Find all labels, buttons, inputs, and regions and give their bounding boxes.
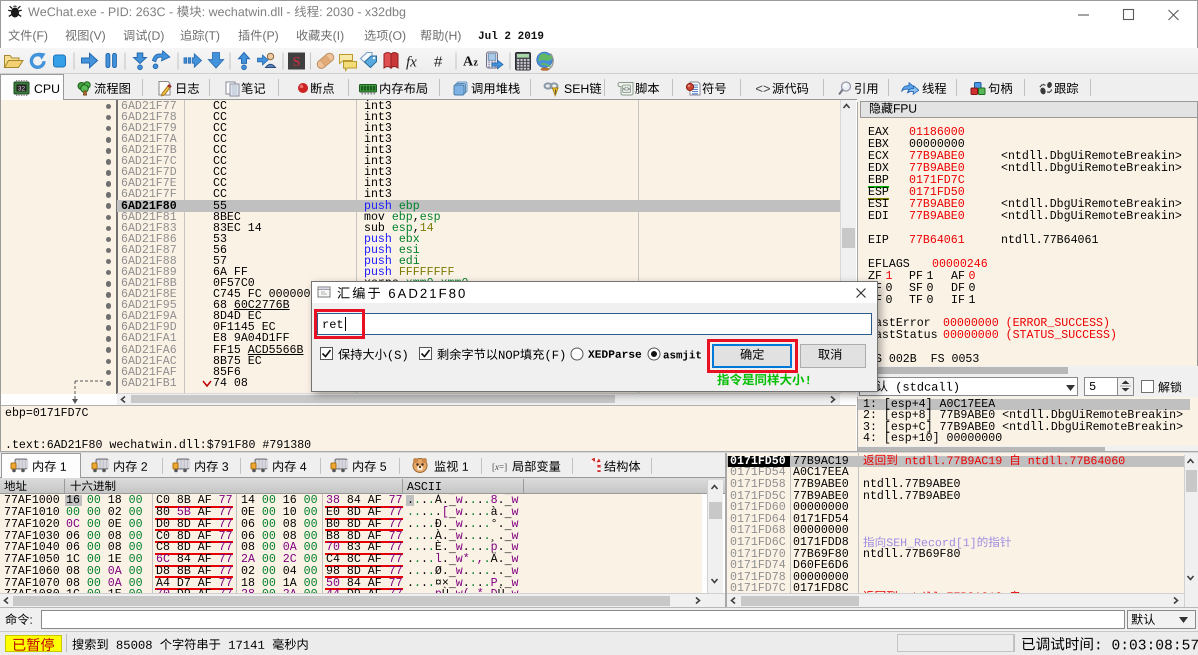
svg-text:z: z [474, 58, 479, 69]
svg-text:S: S [293, 55, 301, 70]
svg-text:A: A [463, 55, 474, 70]
svg-text:fx: fx [406, 55, 417, 71]
svg-text:<>: <> [623, 86, 631, 93]
svg-text:[x=]: [x=] [492, 462, 507, 472]
svg-text:#: # [434, 54, 443, 71]
svg-text:<>: <> [755, 81, 770, 96]
svg-text:!: ! [555, 90, 557, 96]
svg-text:32: 32 [18, 86, 26, 93]
